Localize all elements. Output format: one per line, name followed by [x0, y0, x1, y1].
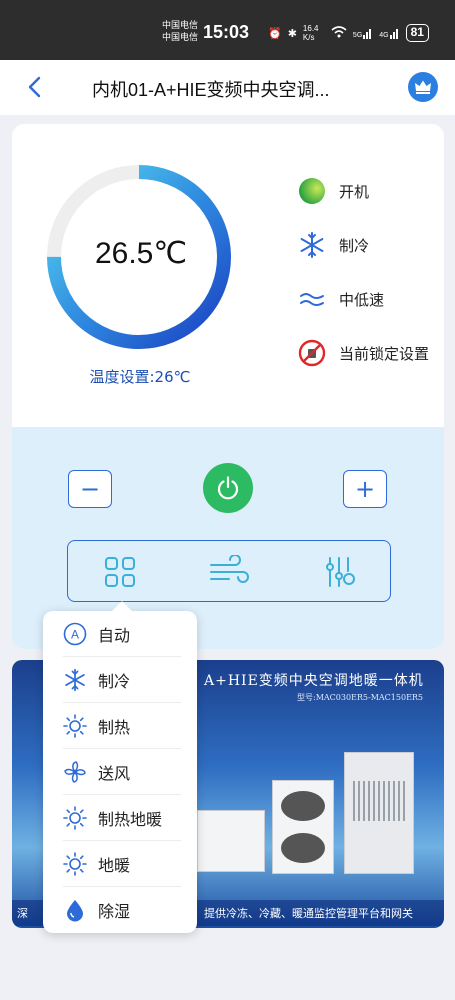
- lock-disabled-icon: [297, 338, 327, 368]
- signal-4g: 4G: [379, 27, 399, 39]
- set-temperature-label: 温度设置:26℃: [89, 368, 191, 386]
- fan-speed-icon: [297, 284, 327, 314]
- svg-text:A: A: [71, 628, 79, 642]
- carrier-1: 中国电信: [162, 21, 199, 31]
- sun-icon: [62, 805, 88, 831]
- banner-slogan: 提供冷冻、冷藏、暖通监控管理平台和网关: [204, 907, 413, 920]
- status-fan-speed: 中低速: [297, 284, 384, 314]
- menu-item-label: 制热地暖: [98, 810, 163, 829]
- ac-unit-small: [197, 810, 265, 872]
- status-fan-speed-label: 中低速: [339, 290, 385, 309]
- menu-item-cool[interactable]: 制冷: [43, 657, 197, 703]
- droplet-icon: [62, 897, 88, 923]
- wind-speed-button[interactable]: [208, 553, 252, 591]
- app-header: 内机01-A+HIE变频中央空调...: [0, 60, 455, 115]
- menu-item-label: 自动: [98, 626, 131, 645]
- banner-title: A+HIE变频中央空调地暖一体机: [204, 673, 424, 689]
- temp-increase-button[interactable]: +: [343, 470, 387, 508]
- menu-item-label: 除湿: [98, 902, 131, 921]
- mode-menu: A 自动 制冷 制热 送风 制热地暖 地暖 除湿: [43, 611, 197, 933]
- menu-item-fan[interactable]: 送风: [43, 749, 197, 795]
- battery-indicator: 81: [405, 24, 429, 42]
- wind-icon: [210, 555, 249, 583]
- menu-item-heat[interactable]: 制热: [43, 703, 197, 749]
- status-bar: 中国电信 中国电信 15:03 ⏰ ✱ 16.4 K/s 5G 4G 81: [0, 0, 455, 60]
- status-lock-label: 当前锁定设置: [339, 344, 430, 363]
- crown-icon: [415, 80, 431, 94]
- status-mode: 制冷: [297, 230, 369, 260]
- snowflake-icon: [297, 230, 327, 260]
- settings-button[interactable]: [320, 553, 360, 591]
- menu-item-label: 制热: [98, 718, 131, 737]
- temp-decrease-button[interactable]: −: [68, 470, 112, 508]
- grid-mode-icon: [105, 557, 135, 587]
- wifi-icon: [331, 25, 347, 41]
- snowflake-icon: [62, 667, 88, 693]
- sig-4g-label: 4G: [379, 32, 389, 39]
- banner-left-text: 深: [17, 907, 28, 920]
- alarm-icon: ⏰: [268, 27, 282, 40]
- current-temperature: 26.5℃: [94, 237, 188, 270]
- menu-item-auto[interactable]: A 自动: [43, 611, 197, 657]
- power-button[interactable]: [203, 463, 253, 513]
- status-power: 开机: [297, 176, 369, 206]
- carrier-info: 中国电信 中国电信: [162, 20, 198, 44]
- adjust-settings-icon: [326, 557, 355, 587]
- sig-5g-label: 5G: [352, 32, 363, 39]
- mode-select-button[interactable]: [100, 553, 140, 591]
- menu-item-floor-heating[interactable]: 地暖: [43, 841, 197, 887]
- vip-crown-button[interactable]: [408, 72, 438, 102]
- sun-icon: [62, 851, 88, 877]
- back-button[interactable]: [20, 72, 50, 102]
- power-icon: [217, 476, 239, 500]
- net-speed: 16.4 K/s: [302, 24, 319, 42]
- menu-item-label: 送风: [98, 764, 131, 783]
- page-title: 内机01-A+HIE变频中央空调...: [92, 80, 330, 100]
- bluetooth-icon: ✱: [287, 27, 297, 40]
- auto-icon: A: [62, 621, 88, 647]
- menu-item-dehumidify[interactable]: 除湿: [43, 887, 197, 933]
- clock: 15:03: [203, 22, 250, 42]
- menu-item-label: 地暖: [98, 856, 131, 875]
- power-status-icon: [297, 176, 327, 206]
- fan-icon: [62, 759, 88, 785]
- status-mode-label: 制冷: [339, 236, 370, 255]
- carrier-2: 中国电信: [162, 33, 199, 43]
- status-power-label: 开机: [339, 182, 370, 201]
- ac-unit-large: [344, 752, 414, 874]
- status-lock: 当前锁定设置: [297, 338, 429, 368]
- back-arrow-icon: [28, 76, 41, 98]
- menu-item-label: 制冷: [98, 672, 131, 691]
- menu-item-heat-floor[interactable]: 制热地暖: [43, 795, 197, 841]
- thermostat-card: 26.5℃ 温度设置:26℃ 开机 制冷 中低速 当前锁定设置 − +: [12, 124, 444, 649]
- banner-model: 型号:MAC030ER5-MAC150ER5: [297, 693, 424, 702]
- status-icons: ⏰ ✱ 16.4 K/s 5G 4G 81: [268, 24, 429, 42]
- ac-unit-medium: [272, 780, 334, 874]
- signal-5g: 5G: [353, 27, 373, 39]
- sun-icon: [62, 713, 88, 739]
- function-bar: [67, 540, 391, 602]
